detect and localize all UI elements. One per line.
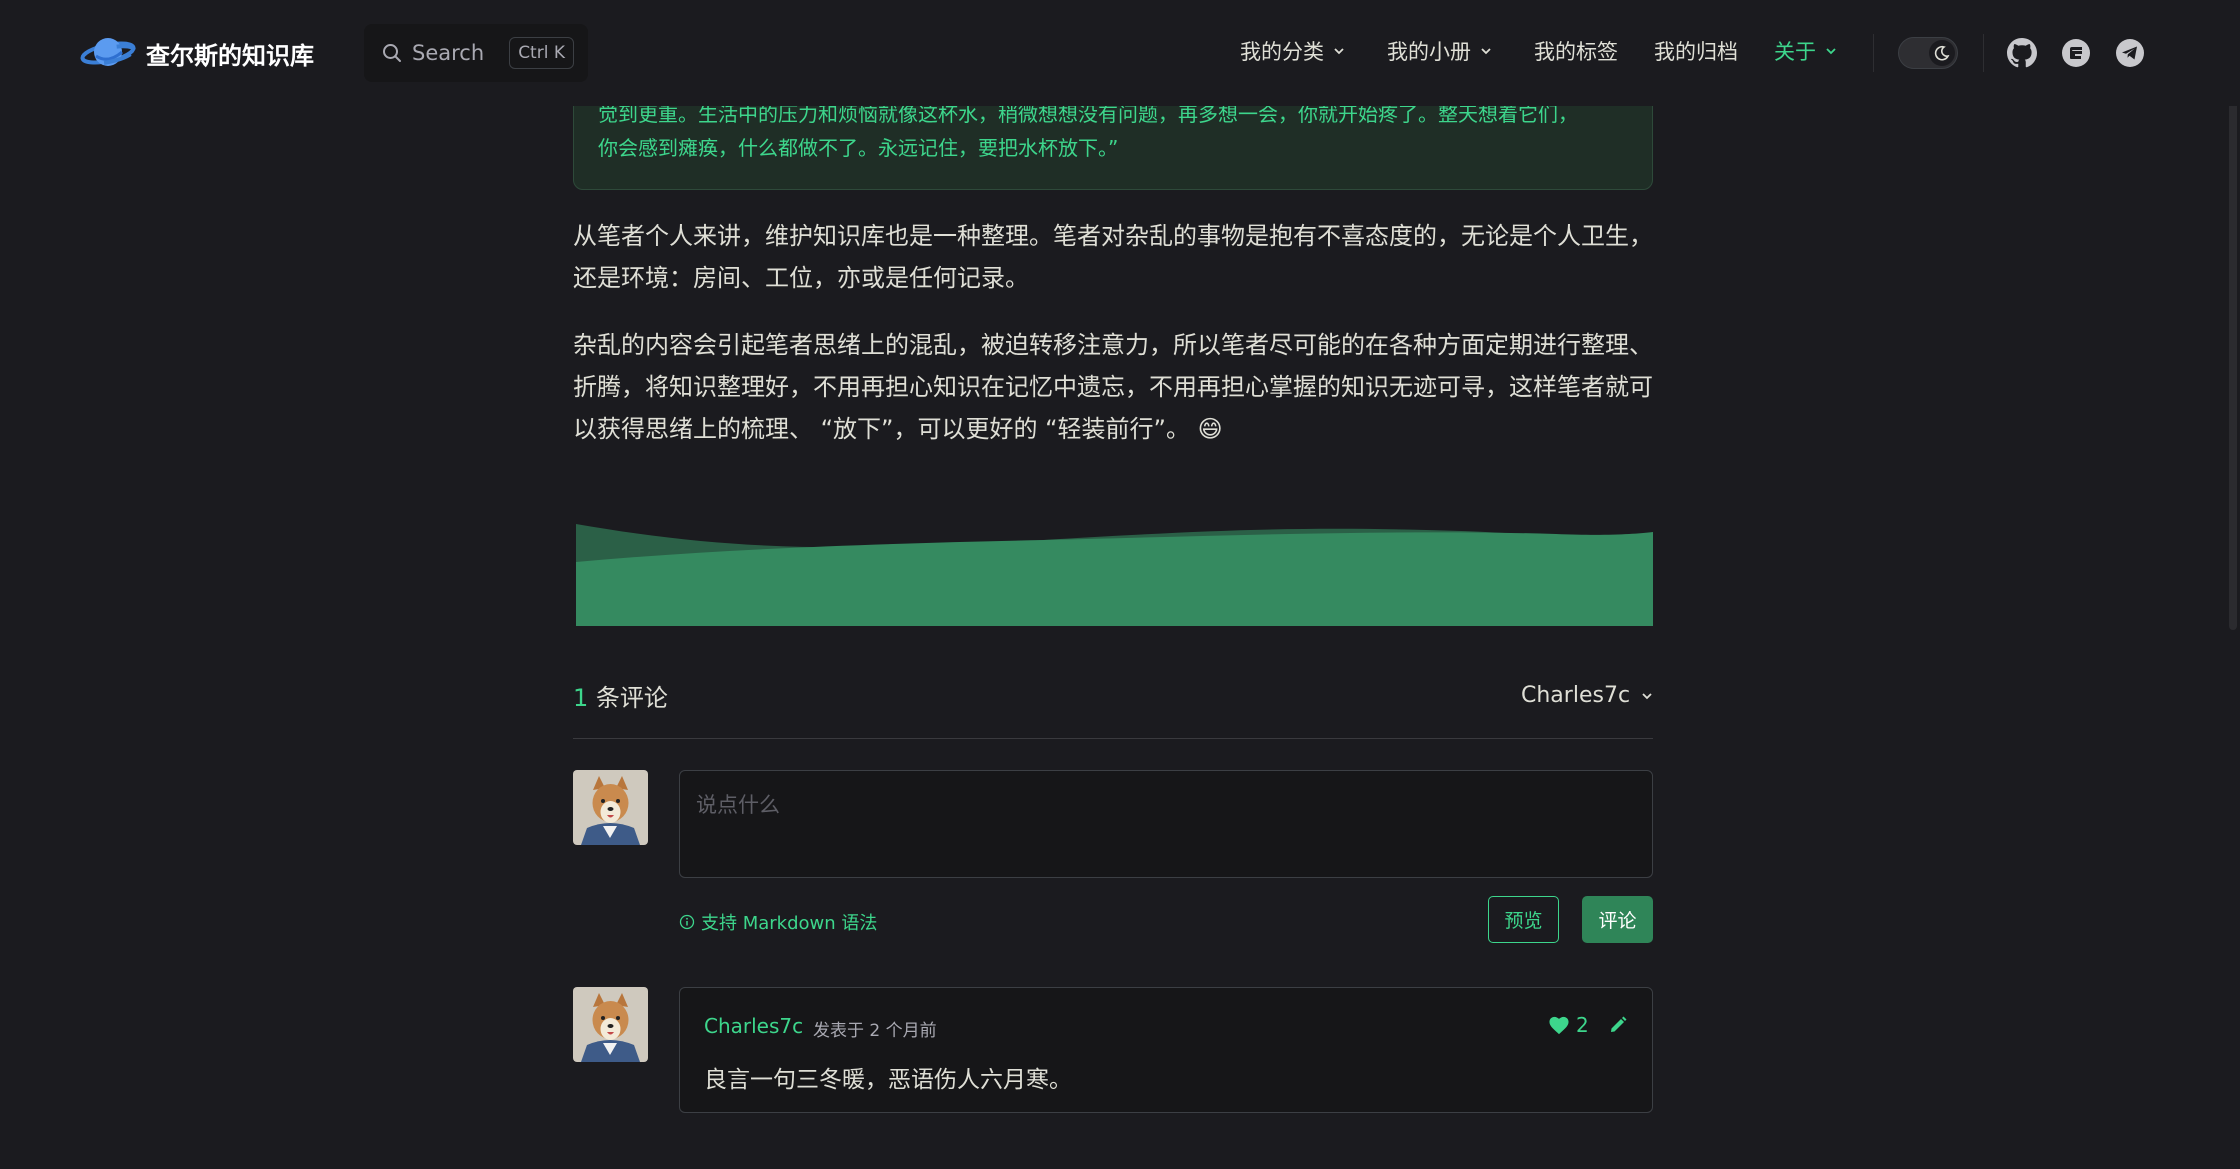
site-logo[interactable]: 查尔斯的知识库 [80,30,314,76]
gitee-icon[interactable] [2060,37,2092,69]
pencil-icon[interactable] [1608,1015,1628,1035]
nav-label: 我的标签 [1534,40,1618,64]
chevron-down-icon [1332,44,1346,58]
article-paragraph: 从笔者个人来讲，维护知识库也是一种整理。笔者对杂乱的事物是抱有不喜态度的，无论是… [573,222,1653,292]
like-button[interactable]: 2 [1548,1013,1589,1037]
divider [573,738,1653,739]
comment-item: Charles7c 发表于 2 个月前 2 良言一句三冬暖，恶语伤人六月寒。 [679,987,1653,1113]
comment-count-number: 1 [573,684,589,712]
nav-label: 我的分类 [1240,40,1324,64]
top-navbar: 查尔斯的知识库 Search Ctrl K 我的分类 我的小册 我的标签 我的归… [0,0,2240,106]
moon-icon [1929,40,1955,66]
page-scrollbar[interactable] [2226,0,2240,1169]
article-paragraph: 杂乱的内容会引起笔者思绪上的混乱，被迫转移注意力，所以笔者尽可能的在各种方面定期… [573,331,1653,443]
markdown-hint-label: 支持 Markdown 语法 [701,913,878,934]
comment-text: 良言一句三冬暖，恶语伤人六月寒。 [704,1067,1072,1093]
comment-count: 1 条评论 [573,678,668,713]
quote-line: 你会感到瘫痪，什么都做不了。永远记住，要把水杯放下。” [598,136,1119,160]
info-icon [679,914,695,930]
nav-label: 关于 [1774,40,1816,64]
github-icon[interactable] [2006,37,2038,69]
search-button[interactable]: Search Ctrl K [364,24,588,82]
nav-item-archives[interactable]: 我的归档 [1654,36,1738,66]
chevron-down-icon [1824,44,1838,58]
comment-input[interactable]: 说点什么 [679,770,1653,878]
chevron-down-icon [1640,689,1654,703]
comment-placeholder: 说点什么 [696,793,780,817]
preview-button[interactable]: 预览 [1488,896,1559,943]
divider [1983,34,1984,72]
submit-comment-button[interactable]: 评论 [1582,896,1653,943]
site-title: 查尔斯的知识库 [146,41,314,70]
decorative-wave [576,524,1653,626]
planet-icon [80,38,136,66]
user-avatar[interactable] [573,770,648,845]
user-avatar[interactable] [573,987,648,1062]
like-count: 2 [1576,1013,1589,1037]
nav-item-booklets[interactable]: 我的小册 [1387,36,1493,66]
grin-emoji-icon: 😄 [1197,415,1223,443]
nav-label: 我的归档 [1654,40,1738,64]
username: Charles7c [1521,683,1631,708]
comment-count-label: 条评论 [595,684,668,712]
comment-meta: 发表于 2 个月前 [813,1021,937,1041]
nav-label: 我的小册 [1387,40,1471,64]
nav-item-categories[interactable]: 我的分类 [1240,36,1346,66]
theme-toggle[interactable] [1898,37,1958,69]
search-shortcut: Ctrl K [509,37,574,69]
nav-item-tags[interactable]: 我的标签 [1534,36,1618,66]
chevron-down-icon [1479,44,1493,58]
divider [1873,34,1874,72]
search-icon [382,43,402,63]
nav-item-about[interactable]: 关于 [1774,36,1838,66]
telegram-icon[interactable] [2114,37,2146,69]
markdown-hint[interactable]: 支持 Markdown 语法 [679,909,877,935]
comment-author[interactable]: Charles7c [704,1014,803,1038]
heart-icon [1548,1015,1570,1035]
search-label: Search [412,41,485,65]
user-menu[interactable]: Charles7c [1521,683,1654,708]
